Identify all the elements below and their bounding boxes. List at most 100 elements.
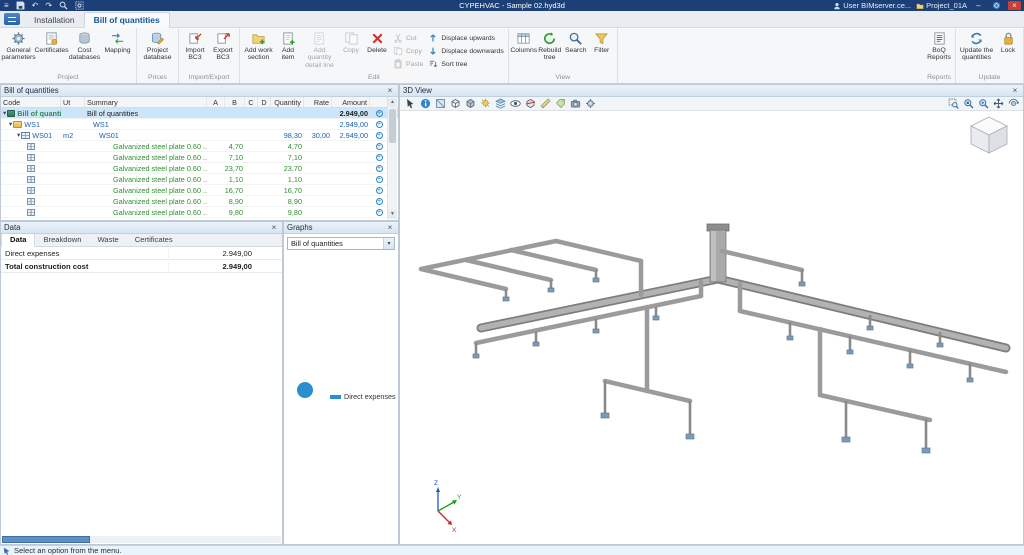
add-row-icon[interactable]: [375, 142, 383, 150]
col-rate[interactable]: Rate: [304, 97, 332, 107]
delete-button[interactable]: Delete: [364, 29, 390, 54]
project-database-button[interactable]: Project database: [139, 29, 176, 62]
update-the-quantities-button[interactable]: Update the quantities: [958, 29, 995, 62]
save-icon[interactable]: [16, 1, 25, 10]
cut-button[interactable]: Cut: [393, 33, 423, 43]
eye-icon[interactable]: [509, 98, 521, 110]
close-icon[interactable]: ×: [385, 86, 395, 95]
scroll-up-icon[interactable]: ▲: [388, 98, 397, 107]
zoom-window-icon[interactable]: [75, 1, 84, 10]
orbit-icon[interactable]: [1007, 98, 1019, 110]
3d-scene[interactable]: Z Y X: [400, 85, 1024, 545]
scroll-down-icon[interactable]: ▼: [388, 210, 397, 219]
col-amount[interactable]: Amount: [332, 97, 370, 107]
shading-icon[interactable]: [464, 98, 476, 110]
boq-row-detail[interactable]: Galvanized steel plate 0.60 ... 7,10 7,1…: [1, 152, 398, 163]
col-d[interactable]: D: [258, 97, 271, 107]
add-row-icon[interactable]: [375, 164, 383, 172]
close-button[interactable]: ×: [1008, 1, 1021, 10]
bimserver-sync-icon[interactable]: [990, 1, 1003, 10]
boq-row-root[interactable]: Bill of quantities Bill of quantities 2.…: [1, 108, 398, 119]
mapping-button[interactable]: Mapping: [101, 29, 134, 54]
zoom-window-icon[interactable]: [947, 98, 959, 110]
tab-installation[interactable]: Installation: [25, 13, 84, 27]
expander-icon[interactable]: [3, 109, 6, 117]
add-work-section-button[interactable]: Add work section: [242, 29, 275, 62]
close-icon[interactable]: ×: [385, 223, 395, 232]
tag-icon[interactable]: [554, 98, 566, 110]
zoom-icon[interactable]: [59, 1, 68, 10]
rebuild-tree-button[interactable]: Rebuild tree: [537, 29, 563, 62]
scroll-thumb[interactable]: [2, 536, 90, 543]
add-row-icon[interactable]: [375, 153, 383, 161]
boq-row-detail[interactable]: Galvanized steel plate 0.60 ... 8,90 8,9…: [1, 196, 398, 207]
tab-waste[interactable]: Waste: [89, 234, 126, 246]
minimize-button[interactable]: –: [972, 1, 985, 10]
boq-row-item[interactable]: WS01 m2 WS01 98,30 30,00 2.949,00: [1, 130, 398, 141]
displace-downwards-button[interactable]: Displace downwards: [428, 46, 504, 56]
data-row-total[interactable]: Total construction cost 2.949,00: [1, 260, 282, 273]
col-quantity[interactable]: Quantity: [271, 97, 304, 107]
expander-icon[interactable]: [17, 131, 20, 139]
close-icon[interactable]: ×: [269, 223, 279, 232]
settings-icon[interactable]: [584, 98, 596, 110]
zoom-in-icon[interactable]: [977, 98, 989, 110]
copy-small-button[interactable]: Copy: [393, 46, 423, 56]
boq-row-detail[interactable]: Galvanized steel plate 0.60 ... 16,70 16…: [1, 185, 398, 196]
camera-icon[interactable]: [569, 98, 581, 110]
app-menu-button[interactable]: [4, 13, 20, 25]
boq-row-detail[interactable]: Galvanized steel plate 0.60 ... 1,10 1,1…: [1, 174, 398, 185]
lock-button[interactable]: Lock: [995, 29, 1021, 54]
info-icon[interactable]: [419, 98, 431, 110]
boq-row-detail[interactable]: Galvanized steel plate 0.60 ... 9,80 9,8…: [1, 207, 398, 218]
paste-button[interactable]: Paste: [393, 59, 423, 69]
add-row-icon[interactable]: [375, 175, 383, 183]
layers-icon[interactable]: [494, 98, 506, 110]
undo-icon[interactable]: ↶: [32, 1, 39, 10]
cursor-icon[interactable]: [404, 98, 416, 110]
displace-upwards-button[interactable]: Displace upwards: [428, 33, 503, 43]
general-parameters-button[interactable]: General parameters: [1, 29, 36, 62]
redo-icon[interactable]: ↷: [45, 1, 52, 10]
add-row-icon[interactable]: [375, 120, 383, 128]
scroll-thumb[interactable]: [389, 109, 396, 143]
tab-certificates[interactable]: Certificates: [127, 234, 181, 246]
add-row-icon[interactable]: [375, 197, 383, 205]
add-quantity-detail-line-button[interactable]: Add quantity detail line: [301, 29, 338, 69]
search-button[interactable]: Search: [563, 29, 589, 54]
boq-row-detail[interactable]: Galvanized steel plate 0.60 ... 4,70 4,7…: [1, 141, 398, 152]
certificates-button[interactable]: Certificates: [35, 29, 69, 54]
col-b[interactable]: B: [225, 97, 245, 107]
add-row-icon[interactable]: [375, 109, 383, 117]
zoom-extents-icon[interactable]: [962, 98, 974, 110]
project-selector[interactable]: Project_01A: [916, 1, 967, 10]
close-icon[interactable]: ×: [1010, 86, 1020, 95]
lights-icon[interactable]: [479, 98, 491, 110]
add-row-icon[interactable]: [375, 186, 383, 194]
export-bc3-button[interactable]: Export BC3: [209, 29, 237, 62]
copy-button[interactable]: Copy: [338, 29, 364, 54]
tab-bill-of-quantities[interactable]: Bill of quantities: [83, 12, 170, 28]
tab-data[interactable]: Data: [1, 233, 36, 247]
boq-row-chapter[interactable]: WS1 WS1 2.949,00: [1, 119, 398, 130]
col-a[interactable]: A: [207, 97, 225, 107]
col-code[interactable]: Code: [1, 97, 61, 107]
col-c[interactable]: C: [245, 97, 258, 107]
pan-icon[interactable]: [992, 98, 1004, 110]
menu-icon[interactable]: ≡: [4, 1, 9, 10]
graphs-dropdown[interactable]: Bill of quantities ▾: [287, 237, 395, 250]
boq-row-detail[interactable]: Galvanized steel plate 0.60 ... 23,70 23…: [1, 163, 398, 174]
add-item-button[interactable]: Add item: [275, 29, 301, 62]
measure-icon[interactable]: [539, 98, 551, 110]
chevron-down-icon[interactable]: ▾: [383, 238, 394, 249]
edges-icon[interactable]: [449, 98, 461, 110]
expander-icon[interactable]: [9, 120, 12, 128]
add-row-icon[interactable]: [375, 208, 383, 216]
columns-button[interactable]: Columns: [510, 29, 537, 54]
import-bc3-button[interactable]: Import BC3: [181, 29, 209, 62]
cost-databases-button[interactable]: Cost databases: [68, 29, 101, 62]
data-row-direct-expenses[interactable]: Direct expenses 2.949,00: [1, 247, 282, 260]
appearance-icon[interactable]: [434, 98, 446, 110]
boq-reports-button[interactable]: BoQ Reports: [925, 29, 953, 62]
add-row-icon[interactable]: [375, 131, 383, 139]
